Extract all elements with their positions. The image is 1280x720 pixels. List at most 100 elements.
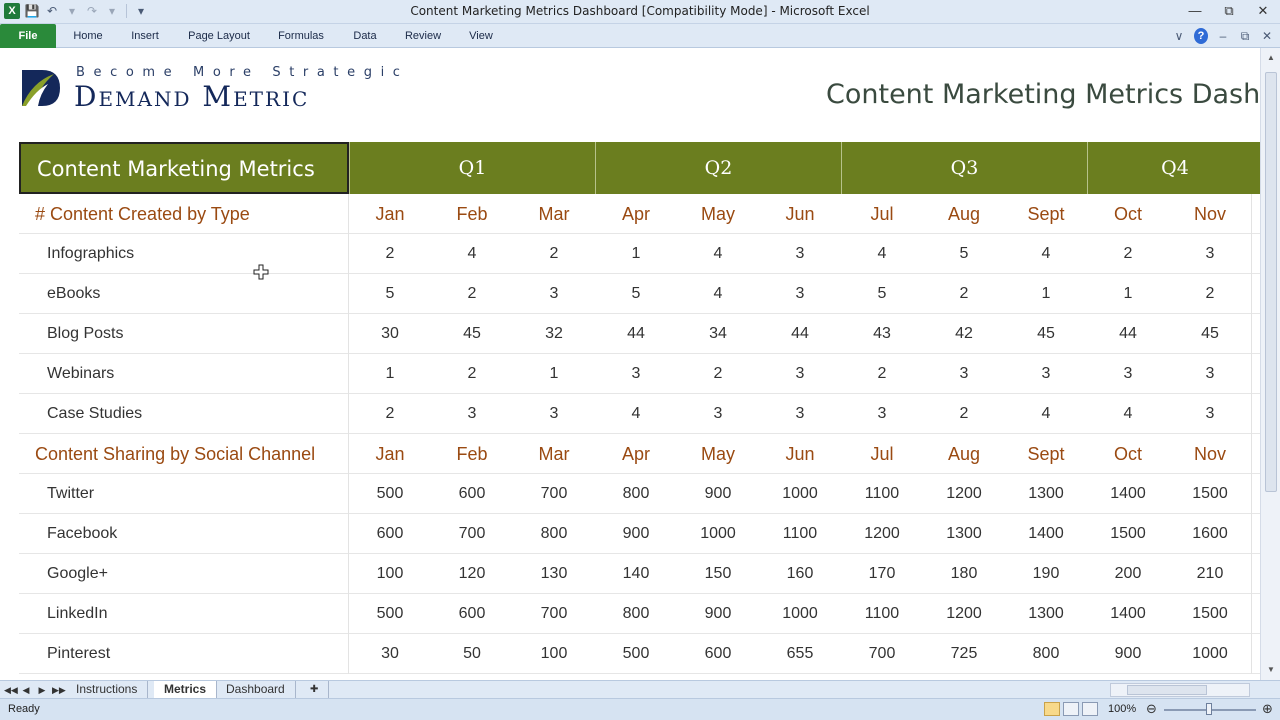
horizontal-scrollbar[interactable]	[1110, 683, 1250, 697]
tab-file[interactable]: File	[0, 24, 56, 48]
table-cell[interactable]: 4	[841, 234, 923, 274]
table-cell[interactable]: 100	[513, 634, 595, 674]
month-header-cell[interactable]: May	[677, 434, 759, 474]
table-cell[interactable]	[1251, 434, 1260, 474]
tab-page-layout[interactable]: Page Layout	[180, 24, 258, 48]
table-cell[interactable]: 3	[759, 354, 841, 394]
table-cell[interactable]: 2	[923, 274, 1005, 314]
page-break-view-icon[interactable]	[1082, 702, 1098, 716]
row-label[interactable]: Webinars	[19, 354, 349, 394]
table-cell[interactable]: 44	[595, 314, 677, 354]
table-cell[interactable]: 1400	[1087, 474, 1169, 514]
row-label[interactable]: Pinterest	[19, 634, 349, 674]
table-cell[interactable]: 3	[923, 354, 1005, 394]
sheet-tab-metrics[interactable]: Metrics	[154, 681, 218, 698]
table-cell[interactable]: 45	[431, 314, 513, 354]
minimize-icon[interactable]: —	[1178, 0, 1212, 22]
table-cell[interactable]: 500	[349, 474, 431, 514]
table-cell[interactable]: 4	[677, 234, 759, 274]
month-header-cell[interactable]: Feb	[431, 434, 513, 474]
month-header-cell[interactable]: Jan	[349, 194, 431, 234]
table-cell[interactable]: 1100	[841, 594, 923, 634]
month-header-cell[interactable]: Jun	[759, 194, 841, 234]
quarter-header-q3[interactable]: Q3	[841, 142, 1087, 194]
table-cell[interactable]: 130	[513, 554, 595, 594]
table-cell[interactable]: 5	[841, 274, 923, 314]
table-cell[interactable]: 2	[513, 234, 595, 274]
row-label[interactable]: Google+	[19, 554, 349, 594]
table-cell[interactable]	[1251, 594, 1260, 634]
row-label[interactable]: eBooks	[19, 274, 349, 314]
table-cell[interactable]: 1000	[759, 594, 841, 634]
table-cell[interactable]: 1300	[1005, 594, 1087, 634]
row-label[interactable]: Case Studies	[19, 394, 349, 434]
table-cell[interactable]: 3	[759, 234, 841, 274]
table-cell[interactable]: 700	[513, 474, 595, 514]
table-cell[interactable]: 1200	[923, 474, 1005, 514]
table-cell[interactable]: 4	[1087, 394, 1169, 434]
month-header-cell[interactable]: Aug	[923, 194, 1005, 234]
zoom-level[interactable]: 100%	[1108, 703, 1136, 715]
table-cell[interactable]: 800	[595, 474, 677, 514]
month-header-cell[interactable]: Apr	[595, 194, 677, 234]
help-icon[interactable]: ?	[1194, 28, 1208, 44]
table-cell[interactable]: 3	[431, 394, 513, 434]
table-cell[interactable]: 1000	[759, 474, 841, 514]
table-cell[interactable]: 700	[841, 634, 923, 674]
table-cell[interactable]	[1251, 354, 1260, 394]
table-cell[interactable]: 4	[1005, 234, 1087, 274]
insert-sheet-icon[interactable]: ✚	[300, 681, 330, 698]
vertical-scroll-thumb[interactable]	[1265, 72, 1277, 492]
quarter-header-q4[interactable]: Q4	[1087, 142, 1260, 194]
table-cell[interactable]: 150	[677, 554, 759, 594]
table-cell[interactable]: 3	[1005, 354, 1087, 394]
table-cell[interactable]: 50	[431, 634, 513, 674]
table-cell[interactable]: 30	[349, 314, 431, 354]
row-label[interactable]: Twitter	[19, 474, 349, 514]
table-cell[interactable]: 3	[513, 274, 595, 314]
normal-view-icon[interactable]	[1044, 702, 1060, 716]
table-cell[interactable]: 43	[841, 314, 923, 354]
table-cell[interactable]: 2	[1169, 274, 1251, 314]
table-cell[interactable]: 2	[841, 354, 923, 394]
month-header-cell[interactable]: Aug	[923, 434, 1005, 474]
table-cell[interactable]: 600	[431, 594, 513, 634]
table-cell[interactable]: 725	[923, 634, 1005, 674]
last-sheet-icon[interactable]: ▶▶	[52, 682, 66, 698]
table-cell[interactable]: 4	[1005, 394, 1087, 434]
row-label[interactable]: Facebook	[19, 514, 349, 554]
month-header-cell[interactable]: Oct	[1087, 194, 1169, 234]
table-cell[interactable]: 600	[677, 634, 759, 674]
section-title[interactable]: # Content Created by Type	[19, 194, 349, 234]
month-header-cell[interactable]: Nov	[1169, 194, 1251, 234]
month-header-cell[interactable]: Mar	[513, 434, 595, 474]
table-cell[interactable]: 3	[759, 274, 841, 314]
table-cell[interactable]: 1100	[841, 474, 923, 514]
table-cell[interactable]	[1251, 554, 1260, 594]
table-cell[interactable]: 900	[677, 594, 759, 634]
workbook-minimize-icon[interactable]: –	[1216, 29, 1230, 43]
table-cell[interactable]: 2	[431, 354, 513, 394]
table-cell[interactable]: 4	[431, 234, 513, 274]
prev-sheet-icon[interactable]: ◀	[20, 682, 32, 698]
scroll-down-icon[interactable]: ▼	[1261, 662, 1280, 678]
table-cell[interactable]: 1	[513, 354, 595, 394]
restore-icon[interactable]: ⧉	[1212, 0, 1246, 22]
table-cell[interactable]: 140	[595, 554, 677, 594]
month-header-cell[interactable]: Jul	[841, 194, 923, 234]
table-cell[interactable]: 45	[1005, 314, 1087, 354]
month-header-cell[interactable]: Nov	[1169, 434, 1251, 474]
month-header-cell[interactable]: May	[677, 194, 759, 234]
month-header-cell[interactable]: Oct	[1087, 434, 1169, 474]
table-cell[interactable]: 3	[759, 394, 841, 434]
table-cell[interactable]: 1100	[759, 514, 841, 554]
horizontal-scroll-thumb[interactable]	[1127, 685, 1207, 695]
month-header-cell[interactable]: Sept	[1005, 434, 1087, 474]
table-cell[interactable]: 800	[1005, 634, 1087, 674]
table-cell[interactable]	[1251, 194, 1260, 234]
table-cell[interactable]	[1251, 234, 1260, 274]
next-sheet-icon[interactable]: ▶	[36, 682, 48, 698]
table-cell[interactable]: 1500	[1087, 514, 1169, 554]
table-cell[interactable]: 1	[1005, 274, 1087, 314]
table-cell[interactable]: 1300	[923, 514, 1005, 554]
